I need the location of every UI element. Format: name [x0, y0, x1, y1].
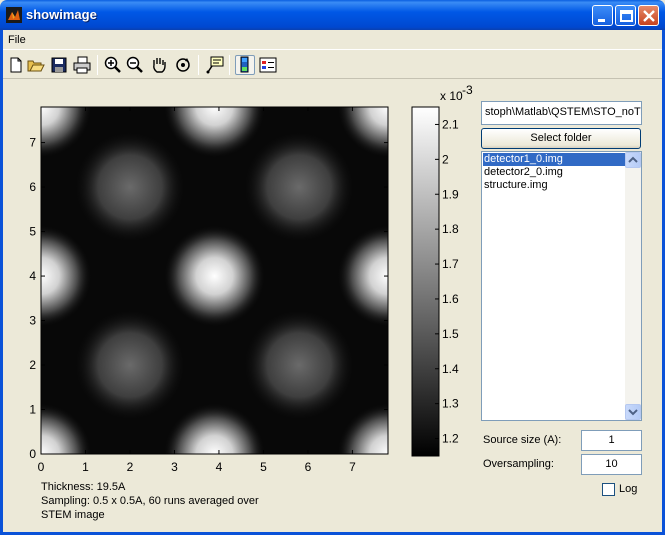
image-medium-spot: [71, 307, 188, 424]
oversampling-field[interactable]: 10: [581, 454, 642, 475]
image-type-text: STEM image: [41, 509, 105, 521]
y-tick-label: 1: [29, 403, 36, 417]
x-tick-label: 5: [260, 460, 267, 474]
list-item[interactable]: structure.img: [483, 179, 548, 192]
file-list[interactable]: detector1_0.img detector2_0.img structur…: [481, 151, 642, 421]
scroll-up-button[interactable]: [625, 152, 641, 168]
colorbar-tick-label: 1.6: [442, 292, 459, 306]
image-bright-spot: [162, 224, 267, 329]
colorbar-tick-label: 2.1: [442, 117, 459, 131]
colorbar-tick-label: 1.8: [442, 222, 459, 236]
y-tick-label: 3: [29, 314, 36, 328]
chevron-up-icon: [628, 156, 638, 163]
colorbar-tick-label: 1.9: [442, 187, 459, 201]
log-checkbox[interactable]: [602, 483, 615, 496]
colorbar-tick-label: 2: [442, 152, 449, 166]
x-tick-label: 0: [38, 460, 45, 474]
y-tick-label: 2: [29, 358, 36, 372]
scroll-down-button[interactable]: [625, 404, 641, 420]
x-tick-label: 3: [171, 460, 178, 474]
x-tick-label: 6: [305, 460, 312, 474]
y-tick-label: 7: [29, 136, 36, 150]
image-medium-spot: [71, 129, 188, 246]
oversampling-label: Oversampling:: [483, 458, 554, 470]
colorbar-exponent: -3: [462, 83, 473, 97]
y-tick-label: 6: [29, 180, 36, 194]
colorbar-tick-label: 1.5: [442, 327, 459, 341]
list-item[interactable]: detector2_0.img: [483, 166, 563, 179]
image-medium-spot: [241, 307, 358, 424]
chevron-down-icon: [628, 409, 638, 416]
image-heatmap[interactable]: [0, 55, 440, 506]
colorbar-tick-label: 1.7: [442, 257, 459, 271]
log-label: Log: [619, 483, 638, 495]
colorbar-tick-label: 1.2: [442, 432, 459, 446]
list-item[interactable]: detector1_0.img: [483, 153, 626, 166]
image-medium-spot: [241, 129, 358, 246]
y-tick-label: 5: [29, 225, 36, 239]
source-size-field[interactable]: 1: [581, 430, 642, 451]
colorbar-multiplier: x 10: [440, 89, 463, 103]
file-list-scrollbar[interactable]: [625, 152, 641, 420]
folder-path-field[interactable]: stoph\Matlab\QSTEM\STO_noTilt: [481, 101, 642, 125]
colorbar-tick-label: 1.3: [442, 397, 459, 411]
source-size-label: Source size (A):: [483, 434, 562, 446]
select-folder-button[interactable]: Select folder: [481, 128, 641, 149]
colorbar-tick-label: 1.4: [442, 362, 459, 376]
sampling-text: Sampling: 0.5 x 0.5A, 60 runs averaged o…: [41, 495, 259, 507]
x-tick-label: 1: [82, 460, 89, 474]
thickness-text: Thickness: 19.5A: [41, 481, 126, 493]
x-tick-label: 4: [216, 460, 223, 474]
y-tick-label: 0: [29, 447, 36, 461]
y-tick-label: 4: [29, 269, 36, 283]
x-tick-label: 2: [127, 460, 134, 474]
colorbar[interactable]: [411, 106, 440, 457]
x-tick-label: 7: [349, 460, 356, 474]
